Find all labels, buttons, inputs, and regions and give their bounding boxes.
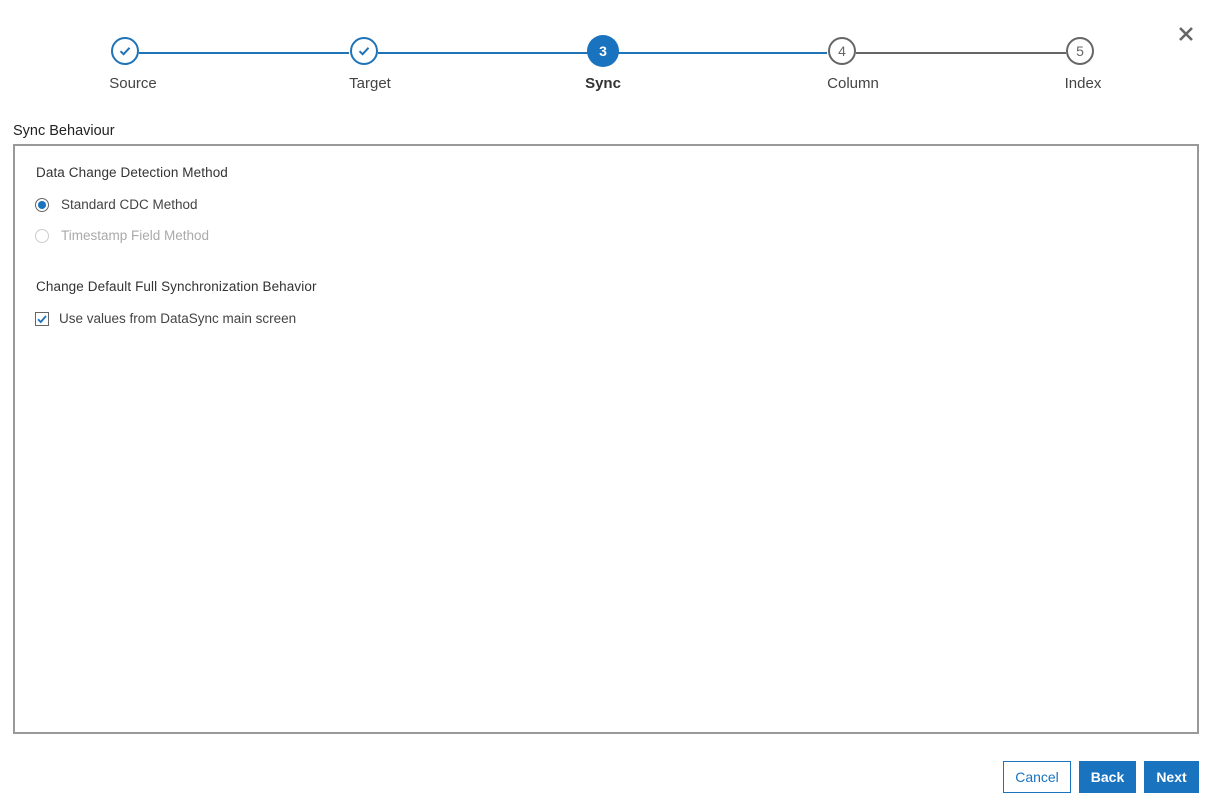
wizard-stepper: Source Target 3 Sync 4 Column 5 Index [0,0,1212,110]
radio-button[interactable] [35,228,49,243]
check-icon [358,47,370,56]
section-title: Sync Behaviour [13,123,115,139]
radio-button[interactable] [35,197,49,212]
radio-label: Standard CDC Method [61,197,198,212]
radio-standard-cdc[interactable]: Standard CDC Method [35,197,198,212]
detection-method-title: Data Change Detection Method [36,165,228,180]
step-label: Target [349,75,391,92]
step-label: Index [1064,75,1102,92]
checkbox[interactable] [35,311,49,326]
checkbox-label: Use values from DataSync main screen [59,311,297,326]
step-circle: 4 [828,37,856,65]
radio-label: Timestamp Field Method [61,228,210,243]
step-circle [111,37,139,65]
step-circle [350,37,378,65]
step-label: Sync [585,75,621,92]
step-source[interactable]: Source [45,37,205,92]
back-button[interactable]: Back [1079,761,1136,793]
check-icon [119,47,131,56]
cancel-button[interactable]: Cancel [1003,761,1071,793]
radio-selected-dot [38,200,46,209]
step-circle: 3 [587,35,619,67]
step-index[interactable]: 5 Index [1000,37,1160,92]
step-column[interactable]: 4 Column [762,37,922,92]
checkbox-use-main-values[interactable]: Use values from DataSync main screen [35,311,296,326]
step-sync[interactable]: 3 Sync [523,35,683,92]
check-icon [37,314,47,323]
sync-behaviour-panel: Data Change Detection Method Standard CD… [13,144,1199,734]
step-target[interactable]: Target [284,37,444,92]
full-sync-title: Change Default Full Synchronization Beha… [36,279,317,294]
step-circle: 5 [1066,37,1094,65]
radio-timestamp-field[interactable]: Timestamp Field Method [35,228,209,243]
step-label: Source [109,75,157,92]
step-label: Column [827,75,879,92]
next-button[interactable]: Next [1144,761,1199,793]
